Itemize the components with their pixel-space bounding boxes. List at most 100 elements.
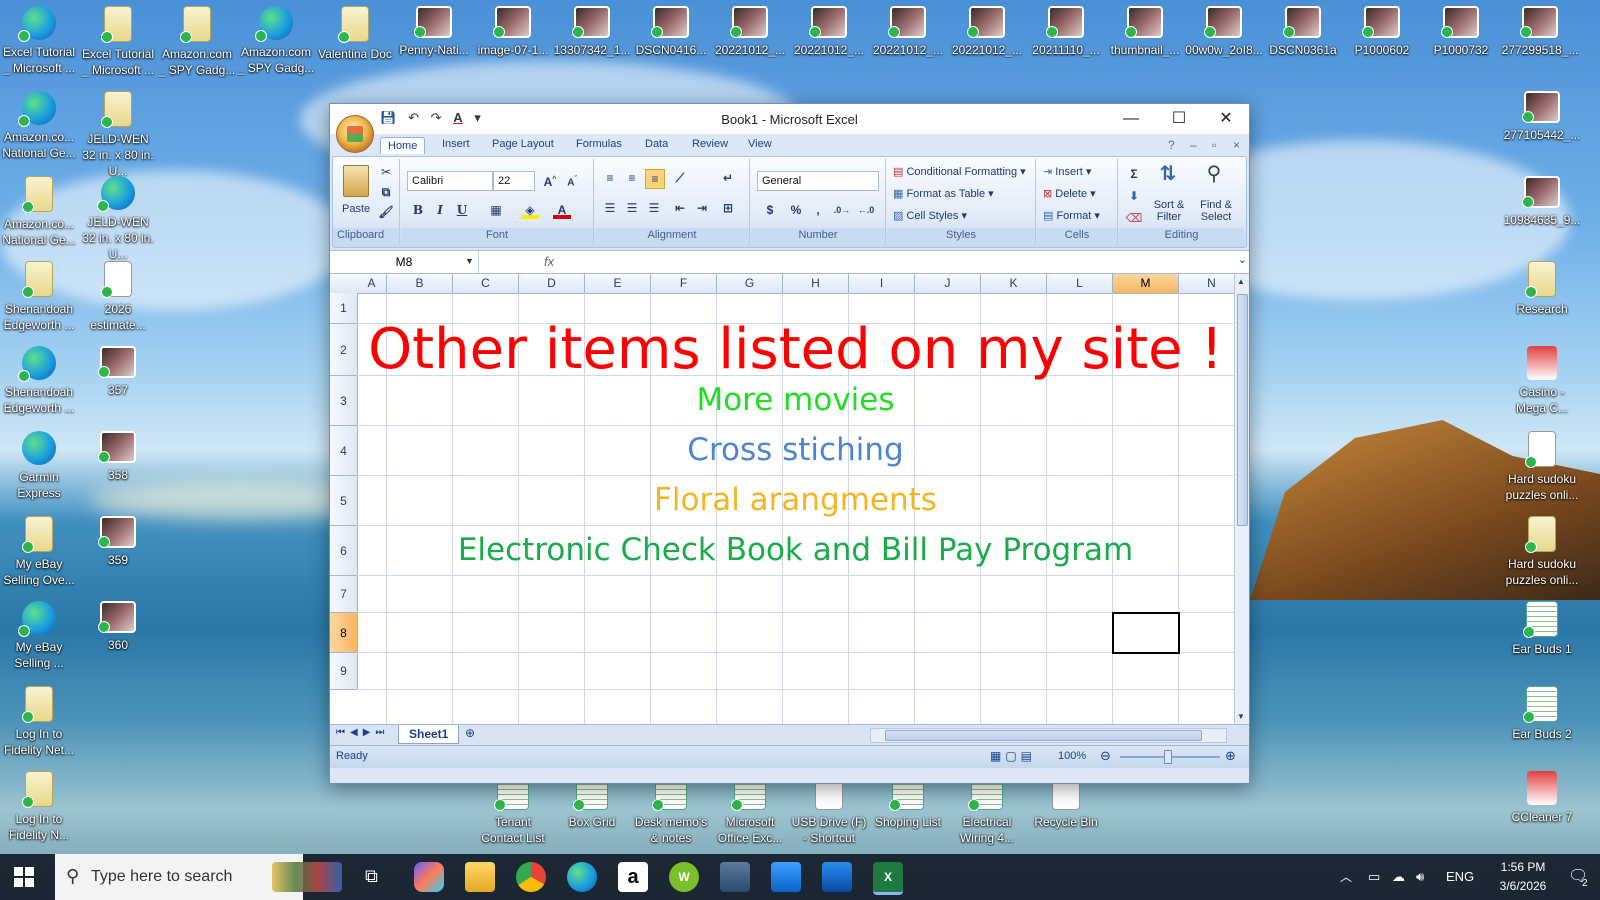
fx-icon[interactable]: fx [544, 254, 554, 269]
desktop-shortcut[interactable]: 357 [79, 340, 157, 398]
zoom-level[interactable]: 100% [1058, 750, 1086, 762]
notification-icon[interactable]: 🗨︎ [1568, 854, 1588, 900]
row-header-8[interactable]: 8 [330, 613, 358, 653]
desktop-shortcut[interactable]: JELD-WEN 32 in. x 80 in. U... [79, 170, 157, 262]
minimize-button[interactable]: — [1107, 104, 1155, 134]
row-header-1[interactable]: 1 [330, 293, 358, 324]
insert-sheet-icon[interactable]: ⊕ [465, 726, 475, 740]
active-cell[interactable] [1112, 612, 1180, 654]
autosum-button[interactable]: Σ [1125, 165, 1143, 183]
font-color-button-icon[interactable]: A [553, 201, 571, 219]
delete-cells-button[interactable]: ⊠ Delete ▾ [1043, 187, 1096, 200]
desktop-shortcut[interactable]: Amazon.com _ SPY Gadg... [237, 0, 315, 76]
desktop-shortcut[interactable]: Valentina Doc [316, 0, 394, 62]
column-header-l[interactable]: L [1047, 274, 1113, 294]
onedrive-icon[interactable]: ☁ [1392, 854, 1405, 900]
sheet-tab-sheet1[interactable]: Sheet1 [398, 725, 460, 744]
font-name-select[interactable]: Calibri [407, 171, 493, 191]
chrome-icon[interactable] [516, 862, 546, 892]
expand-formula-bar-icon[interactable]: ⌄ [1238, 253, 1247, 266]
row-header-5[interactable]: 5 [330, 476, 358, 526]
horizontal-scroll-thumb[interactable] [885, 730, 1202, 741]
maximize-button[interactable]: ☐ [1155, 104, 1203, 134]
meet-now-icon[interactable]: ▭ [1368, 854, 1380, 900]
close-button[interactable]: ✕ [1202, 104, 1250, 134]
align-left-icon[interactable]: ☰ [601, 199, 619, 217]
desktop-shortcut[interactable]: 20221012_... [790, 0, 868, 58]
column-header-j[interactable]: J [915, 274, 981, 294]
desktop-shortcut[interactable]: 20221012_... [869, 0, 947, 58]
workbook-restore-icon[interactable]: ▫ [1212, 138, 1216, 152]
desktop-shortcut[interactable]: 00w0w_2oI8... [1185, 0, 1263, 58]
desktop-shortcut[interactable]: Research [1503, 255, 1581, 317]
volume-icon[interactable]: 🔊︎ [1416, 854, 1424, 900]
desktop-shortcut[interactable]: Amazon.co... National Ge... [0, 85, 78, 161]
orientation-icon[interactable]: ⟋ [671, 169, 689, 187]
desktop-shortcut[interactable]: Penny-Nati... [395, 0, 473, 58]
currency-button[interactable]: $ [761, 201, 779, 219]
column-header-h[interactable]: H [783, 274, 849, 294]
amazon-icon[interactable]: a [618, 862, 648, 892]
desktop-shortcut[interactable]: My eBay Selling Ove... [0, 510, 78, 588]
desktop-shortcut[interactable]: My eBay Selling ... [0, 595, 78, 671]
mail-icon[interactable] [771, 862, 801, 892]
desktop-shortcut[interactable]: 20211110_... [1027, 0, 1105, 58]
grow-font-icon[interactable]: A^ [541, 171, 559, 189]
desktop-shortcut[interactable]: Casino - Mega C... [1503, 340, 1581, 416]
desktop-shortcut[interactable]: Garmin Express [0, 425, 78, 501]
sheet-nav-icons[interactable]: ⏮◀▶⏭ [336, 727, 389, 738]
row-header-4[interactable]: 4 [330, 426, 358, 476]
format-as-table-button[interactable]: ▦ Format as Table ▾ [893, 187, 994, 200]
vertical-scroll-thumb[interactable] [1237, 294, 1248, 526]
merge-center-icon[interactable]: ⊞ [719, 199, 737, 217]
desktop-shortcut[interactable]: P1000602 [1343, 0, 1421, 58]
horizontal-scrollbar[interactable] [870, 728, 1227, 743]
desktop-shortcut[interactable]: 13307342_1... [553, 0, 631, 58]
desktop-shortcut[interactable]: Log In to Fidelity N... [0, 765, 78, 843]
desktop-shortcut[interactable]: 360 [79, 595, 157, 653]
column-header-n[interactable]: N [1179, 274, 1234, 294]
underline-button[interactable]: U [453, 201, 471, 219]
percent-button[interactable]: % [787, 201, 805, 219]
calculator-icon[interactable] [720, 862, 750, 892]
sort-filter-icon[interactable]: ⇅ [1159, 164, 1177, 191]
edge-taskbar-icon[interactable] [567, 862, 597, 892]
paste-icon[interactable] [343, 165, 369, 197]
column-header-b[interactable]: B [387, 274, 453, 294]
desktop-shortcut[interactable]: CCleaner 7 [1503, 765, 1581, 825]
wordament-icon[interactable]: W [669, 862, 699, 892]
desktop-shortcut[interactable]: Shenandoah Edgeworth ... [0, 255, 78, 333]
desktop-shortcut[interactable]: DSCN0361a [1264, 0, 1342, 58]
desktop-shortcut[interactable]: Hard sudoku puzzles onli... [1503, 425, 1581, 503]
zoom-out-icon[interactable]: ⊖ [1100, 748, 1111, 764]
column-header-f[interactable]: F [651, 274, 717, 294]
align-center-icon[interactable]: ☰ [623, 199, 641, 217]
scroll-up-icon[interactable]: ▲ [1237, 277, 1245, 286]
number-format-select[interactable]: General [757, 171, 879, 191]
desktop-shortcut[interactable]: DSCN0416... [632, 0, 710, 58]
sort-filter-button[interactable]: Sort & Filter [1149, 199, 1189, 223]
desktop-shortcut[interactable]: Shenandoah Edgeworth ... [0, 340, 78, 416]
column-header-g[interactable]: G [717, 274, 783, 294]
name-box-dropdown-icon[interactable]: ▼ [465, 256, 474, 266]
tab-data[interactable]: Data [645, 138, 668, 150]
shrink-font-icon[interactable]: Aˇ [563, 171, 581, 189]
row-header-9[interactable]: 9 [330, 653, 358, 690]
fill-color-icon[interactable]: ◈ [521, 201, 539, 219]
cell-text-row3[interactable]: More movies [357, 376, 1234, 425]
select-all-corner[interactable] [330, 274, 358, 294]
cut-icon[interactable]: ✂ [377, 163, 395, 181]
excel-taskbar-icon[interactable]: X [873, 862, 903, 895]
column-header-d[interactable]: D [519, 274, 585, 294]
clock[interactable]: 1:56 PM 3/6/2026 [1488, 858, 1558, 896]
column-header-c[interactable]: C [453, 274, 519, 294]
zoom-slider-thumb[interactable] [1164, 750, 1172, 764]
conditional-formatting-button[interactable]: ▤ Conditional Formatting ▾ [893, 165, 1026, 178]
outlook-icon[interactable] [822, 862, 852, 892]
increase-decimal-icon[interactable]: .0→ [833, 201, 851, 219]
scroll-down-icon[interactable]: ▼ [1237, 712, 1245, 721]
align-right-icon[interactable]: ☰ [645, 199, 663, 217]
desktop-shortcut[interactable]: JELD-WEN 32 in. x 80 in. U... [79, 85, 157, 179]
desktop-shortcut[interactable]: Excel Tutorial _ Microsoft ... [79, 0, 157, 78]
language-indicator[interactable]: ENG [1446, 854, 1474, 900]
